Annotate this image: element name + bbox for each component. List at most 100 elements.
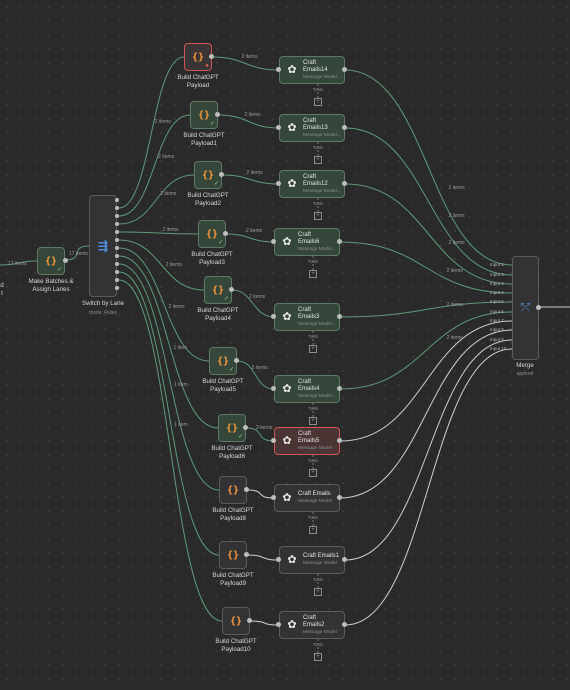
output-port[interactable] <box>342 622 347 627</box>
plus-icon[interactable]: + <box>314 156 322 164</box>
connection-wire[interactable] <box>344 127 513 276</box>
payload-label: Build ChatGPT Payload1 <box>183 132 225 147</box>
build-chatgpt-payload-node[interactable]: {} <box>222 607 250 635</box>
craft-emails-agent-node[interactable]: ✿ Craft Emails Message Model <box>274 484 340 512</box>
output-port[interactable] <box>536 305 541 310</box>
connection-wire[interactable] <box>221 174 280 185</box>
plus-icon[interactable]: + <box>314 588 322 596</box>
switch-output-port[interactable] <box>115 198 119 202</box>
input-port[interactable] <box>276 125 281 130</box>
switch-output-port[interactable] <box>115 214 119 218</box>
build-chatgpt-payload-node[interactable]: {} ✓ <box>218 414 246 442</box>
output-port[interactable] <box>219 172 224 177</box>
plus-icon[interactable]: + <box>314 653 322 661</box>
craft-emails-agent-node[interactable]: ✿ Craft Emails14 Message Model... <box>279 56 345 84</box>
craft-emails-agent-node[interactable]: ✿ Craft Emails13 Message Model... <box>279 114 345 142</box>
build-chatgpt-payload-node[interactable]: {} ✓ <box>209 347 237 375</box>
output-port[interactable] <box>247 618 252 623</box>
build-chatgpt-payload-node[interactable]: {} ✓ <box>198 220 226 248</box>
input-port[interactable] <box>276 181 281 186</box>
plus-icon[interactable]: + <box>309 469 317 477</box>
switch-output-port[interactable] <box>115 286 119 290</box>
craft-emails-agent-node[interactable]: ✿ Craft Emails5 Message Model <box>274 427 340 455</box>
output-port[interactable] <box>342 125 347 130</box>
craft-emails-agent-node[interactable]: ✿ Craft Emails12 Message Model... <box>279 170 345 198</box>
workflow-canvas[interactable]: d t 17 items {} ✓ Make Batches & Assign … <box>0 0 570 690</box>
switch-output-port[interactable] <box>115 278 119 282</box>
input-port[interactable] <box>276 67 281 72</box>
output-port[interactable] <box>337 438 342 443</box>
switch-output-port[interactable] <box>115 206 119 210</box>
output-port[interactable] <box>63 258 68 263</box>
connection-wire[interactable] <box>344 348 513 626</box>
input-port[interactable] <box>271 314 276 319</box>
output-port[interactable] <box>337 314 342 319</box>
output-port[interactable] <box>337 495 342 500</box>
make-batches-node[interactable]: {} ✓ <box>37 247 65 275</box>
switch-output-port[interactable] <box>115 262 119 266</box>
input-port[interactable] <box>271 386 276 391</box>
connection-wire[interactable] <box>344 339 513 561</box>
switch-output-port[interactable] <box>115 246 119 250</box>
merge-node[interactable]: ⤲ <box>512 256 539 360</box>
connection-wire[interactable] <box>246 489 275 499</box>
build-chatgpt-payload-node[interactable]: {} ✓ <box>194 161 222 189</box>
switch-output-port[interactable] <box>115 254 119 258</box>
plus-icon[interactable]: + <box>309 270 317 278</box>
plus-icon[interactable]: + <box>309 417 317 425</box>
craft-emails-agent-node[interactable]: ✿ Craft Emails4 Message Model... <box>274 375 340 403</box>
connection-wire[interactable] <box>118 56 185 209</box>
plus-icon[interactable]: + <box>314 212 322 220</box>
output-port[interactable] <box>244 487 249 492</box>
agent-title: Craft Emails3 <box>298 306 320 320</box>
output-port[interactable] <box>243 425 248 430</box>
output-port[interactable] <box>209 54 214 59</box>
craft-emails-agent-node[interactable]: ✿ Craft Emails1 Message Model <box>279 546 345 574</box>
build-chatgpt-payload-node[interactable]: {} ● <box>184 43 212 71</box>
output-port[interactable] <box>244 552 249 557</box>
output-port[interactable] <box>223 231 228 236</box>
output-port[interactable] <box>337 386 342 391</box>
output-port[interactable] <box>342 181 347 186</box>
build-chatgpt-payload-node[interactable]: {} <box>219 476 247 504</box>
input-port[interactable] <box>276 622 281 627</box>
build-chatgpt-payload-node[interactable]: {} <box>219 541 247 569</box>
switch-output-port[interactable] <box>115 238 119 242</box>
input-port[interactable] <box>271 239 276 244</box>
output-port[interactable] <box>342 67 347 72</box>
plus-icon[interactable]: + <box>309 345 317 353</box>
switch-output-port[interactable] <box>115 230 119 234</box>
craft-emails-agent-node[interactable]: ✿ Craft Emails3 Message Model... <box>274 303 340 331</box>
connection-wire[interactable] <box>249 620 280 626</box>
output-port[interactable] <box>342 557 347 562</box>
build-chatgpt-payload-node[interactable]: {} ✓ <box>204 276 232 304</box>
output-port[interactable] <box>337 239 342 244</box>
craft-emails-agent-node[interactable]: ✿ Craft Emails2 Message Model <box>279 611 345 639</box>
switch-output-port[interactable] <box>115 222 119 226</box>
output-port[interactable] <box>215 112 220 117</box>
switch-by-lane-node[interactable]: ⇶ <box>89 195 117 297</box>
connection-wire[interactable] <box>339 329 513 499</box>
connection-wire[interactable] <box>246 554 280 561</box>
connection-wire[interactable] <box>118 231 199 235</box>
connection-wire[interactable] <box>118 174 195 225</box>
connection-wire[interactable] <box>339 320 513 442</box>
connection-wire[interactable] <box>339 241 513 294</box>
connection-wire[interactable] <box>344 69 513 266</box>
plus-icon[interactable]: + <box>314 98 322 106</box>
switch-output-port[interactable] <box>115 270 119 274</box>
connection-wire[interactable] <box>118 279 223 622</box>
build-chatgpt-payload-node[interactable]: {} ✓ <box>190 101 218 129</box>
plus-icon[interactable]: + <box>309 526 317 534</box>
input-port[interactable] <box>271 495 276 500</box>
input-port[interactable] <box>276 557 281 562</box>
input-port[interactable] <box>271 438 276 443</box>
craft-emails-agent-node[interactable]: ✿ Craft Emails6 Message Model... <box>274 228 340 256</box>
items-count: 17 items <box>8 261 27 267</box>
switch-label: Switch by Lane <box>82 300 124 307</box>
output-port[interactable] <box>234 358 239 363</box>
items-count: 2 items <box>256 424 273 431</box>
connection-wire[interactable] <box>225 233 275 243</box>
output-port[interactable] <box>229 287 234 292</box>
connection-wire[interactable] <box>339 311 513 390</box>
